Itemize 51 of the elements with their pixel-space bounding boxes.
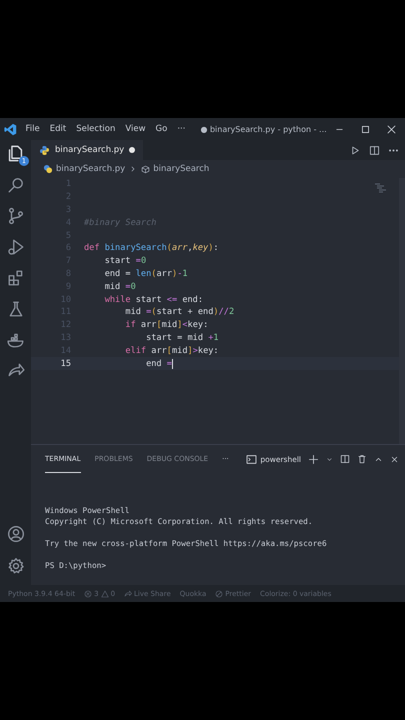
branch-icon[interactable] — [6, 207, 24, 225]
account-icon[interactable] — [6, 525, 24, 543]
breadcrumb[interactable]: binarySearch.py — [56, 164, 126, 174]
menu-item[interactable]: ··· — [172, 124, 190, 134]
python-icon — [43, 164, 53, 174]
share-icon — [124, 590, 132, 598]
files-icon[interactable] — [6, 144, 25, 163]
python-icon — [39, 144, 50, 156]
code-line: #binary Search — [84, 218, 156, 228]
search-icon[interactable] — [6, 176, 24, 194]
code-line: start =0 — [104, 256, 146, 266]
code-line: end = — [145, 358, 172, 369]
play-bug-icon[interactable] — [6, 238, 24, 256]
maximize-icon[interactable] — [360, 124, 372, 134]
code-line: while start <= end: — [104, 294, 204, 305]
close-icon[interactable] — [386, 124, 398, 134]
split-editor-icon[interactable] — [369, 144, 380, 156]
code-line: if arr[mid]<key: — [124, 320, 208, 330]
code-line: def binarySearch(arr,key): — [84, 243, 219, 254]
code-line: mid =(start + end)//2 — [124, 307, 234, 318]
code-line: mid =0 — [104, 282, 136, 292]
menu-item[interactable]: File — [20, 124, 45, 134]
menu-item[interactable]: View — [120, 124, 151, 134]
plus-icon[interactable] — [308, 454, 319, 464]
minimap-drawing — [375, 182, 389, 194]
editor-tab[interactable]: binarySearch.py — [31, 140, 144, 160]
window-title: ● binarySearch.py - python - ... — [199, 124, 327, 134]
line-number: 15 — [60, 358, 72, 369]
menu-item[interactable]: Go — [150, 124, 172, 134]
cube-icon — [141, 164, 150, 174]
logo-icon[interactable] — [4, 122, 17, 136]
flask-icon[interactable] — [6, 300, 24, 318]
prohibited-icon — [215, 590, 224, 598]
settings-icon[interactable] — [6, 557, 24, 575]
error-icon — [84, 590, 92, 598]
code-line: elif arr[mid]>key: — [124, 346, 219, 356]
menu-item[interactable]: Selection — [71, 124, 120, 134]
split-terminal-icon[interactable] — [340, 454, 350, 464]
code-line: end = len(arr)-1 — [104, 268, 188, 279]
whale-icon[interactable] — [6, 331, 24, 349]
close-icon[interactable] — [390, 454, 399, 464]
chevron-down-icon[interactable] — [326, 456, 333, 462]
terminal-icon — [246, 454, 258, 464]
text-cursor — [172, 358, 173, 369]
code-line: start = mid +1 — [145, 332, 219, 343]
menu-item[interactable]: Edit — [44, 124, 72, 134]
trash-icon[interactable] — [357, 454, 367, 464]
breadcrumb[interactable]: binarySearch — [153, 164, 210, 174]
warning-icon — [100, 590, 109, 598]
extensions-icon[interactable] — [6, 269, 24, 287]
run-icon[interactable] — [350, 144, 361, 156]
